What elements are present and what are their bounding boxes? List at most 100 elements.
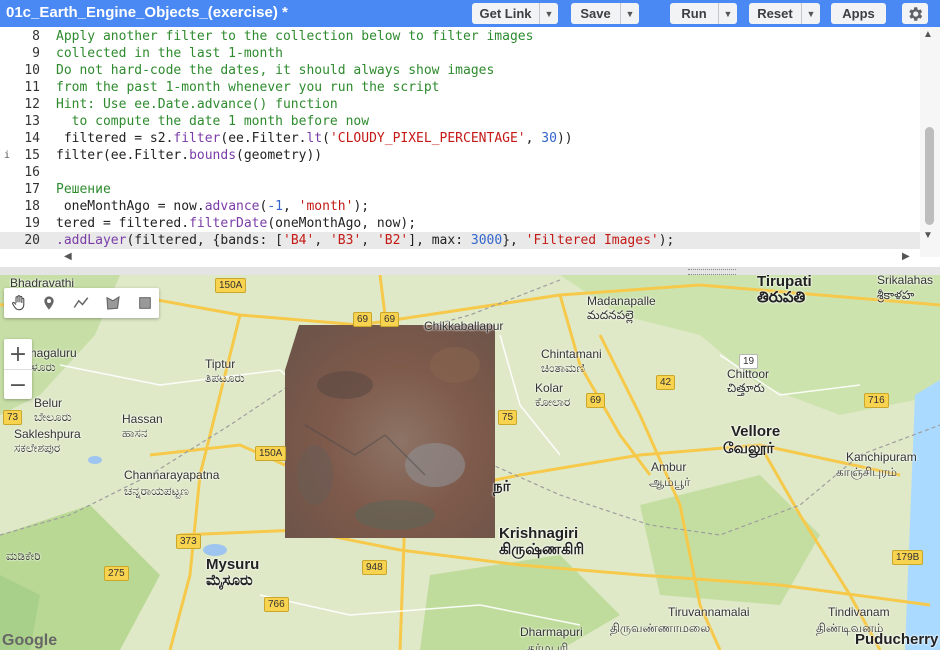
editor-scroll-thumb[interactable] [925, 127, 934, 225]
scroll-up-arrow-icon[interactable]: ▲ [923, 29, 933, 40]
code-line[interactable]: 19 tered = filtered.filterDate(oneMonthAg… [0, 215, 920, 232]
draw-polygon-tool[interactable] [100, 292, 126, 314]
apps-button[interactable]: Apps [831, 3, 886, 24]
code-text: filtered = s2.filter(ee.Filter.lt('CLOUD… [56, 130, 573, 147]
highway-shield: 275 [104, 566, 129, 581]
add-marker-tool[interactable] [36, 292, 62, 314]
code-line[interactable]: 10 Do not hard-code the dates, it should … [0, 62, 920, 79]
zoom-in-button[interactable]: + [4, 339, 32, 369]
code-line[interactable]: 16 [0, 164, 920, 181]
code-token: filter(ee.Filter. [56, 148, 190, 163]
scroll-right-arrow-icon[interactable]: ▶ [902, 251, 910, 262]
chevron-down-icon[interactable]: ▼ [620, 3, 639, 24]
code-token: , [283, 199, 299, 214]
code-line[interactable]: 13 to compute the date 1 month before no… [0, 113, 920, 130]
map-place-label: Chittoor [727, 367, 770, 381]
code-line[interactable]: 18 oneMonthAgo = now.advance(-1, 'month'… [0, 198, 920, 215]
pan-hand-tool[interactable] [6, 292, 32, 314]
zoom-out-button[interactable]: − [4, 369, 32, 400]
code-text: .addLayer(filtered, {bands: ['B4', 'B3',… [56, 232, 674, 249]
code-token: 30 [541, 131, 557, 146]
code-line[interactable]: 17 Решение [0, 181, 920, 198]
map-place-label: Krishnagiri [499, 525, 579, 542]
code-token: Hint: Use ee.Date.advance() function [56, 97, 338, 112]
code-token: 'CLOUDY_PIXEL_PERCENTAGE' [329, 131, 526, 146]
get-link-label: Get Link [479, 6, 532, 21]
map-place-label: ಚಿಂತಾಮಣಿ [541, 361, 585, 375]
map-place-label: ತಿಪಟೂರು [205, 371, 245, 385]
code-token: -1 [267, 199, 283, 214]
map-place-label: ಬೇಲೂರು [34, 410, 72, 424]
run-button[interactable]: Run ▼ [670, 3, 737, 24]
code-line[interactable]: 8 Apply another filter to the collection … [0, 28, 920, 45]
draw-line-tool[interactable] [68, 292, 94, 314]
line-number: 16 [24, 165, 40, 180]
code-text: oneMonthAgo = now.advance(-1, 'month'); [56, 198, 369, 215]
code-line[interactable]: 9 collected in the last 1-month [0, 45, 920, 62]
map-place-label: Channarayapatna [124, 468, 220, 482]
code-token: 'B3' [329, 233, 362, 248]
highway-shield: 69 [586, 393, 606, 408]
code-line[interactable]: 20 .addLayer(filtered, {bands: ['B4', 'B3… [0, 232, 920, 249]
code-line[interactable]: 12 Hint: Use ee.Date.advance() function [0, 96, 920, 113]
filtered-images-layer [285, 325, 495, 538]
rectangle-icon [139, 297, 151, 309]
scroll-down-arrow-icon[interactable]: ▼ [923, 230, 933, 241]
code-text: Hint: Use ee.Date.advance() function [56, 96, 338, 113]
drawing-toolbar [4, 288, 159, 318]
code-line[interactable]: 11 from the past 1-month whenever you run… [0, 79, 920, 96]
code-editor[interactable]: 8 Apply another filter to the collection … [0, 27, 940, 267]
line-number: 19 [24, 216, 40, 231]
map-place-label: Tiptur [205, 357, 236, 371]
map-place-label: திருவண்ணாமலை [610, 621, 711, 635]
map-place-label: మదనపల్లె [587, 308, 634, 322]
highway-shield: 73 [3, 410, 23, 425]
info-icon[interactable]: i [4, 147, 10, 164]
map-place-label: Tiruvannamalai [668, 605, 750, 619]
map-place-label: கிருஷ்ணகிரி [499, 541, 585, 558]
code-token: filter [173, 131, 221, 146]
map-place-label: Srikalahas [877, 275, 934, 287]
chevron-down-icon[interactable]: ▼ [801, 3, 820, 24]
top-bar: 01c_Earth_Engine_Objects_(exercise) * Ge… [0, 0, 940, 27]
highway-shield: 948 [362, 560, 387, 575]
map-place-label: ಹಾಸನ [122, 426, 148, 440]
code-token: 3000 [470, 233, 503, 248]
highway-shield: 716 [864, 393, 889, 408]
highway-shield: 150A [255, 446, 287, 461]
line-number: 13 [24, 114, 40, 129]
map-place-label: Ambur [651, 460, 687, 474]
panel-splitter[interactable] [0, 267, 940, 275]
code-token: bounds [189, 148, 237, 163]
map-view[interactable]: Bhadravathi Tirupati తిరుపతి Srikalahas శ్రీ… [0, 275, 940, 650]
highway-shield: 150A [215, 278, 247, 293]
code-token: Apply another filter to the collection b… [56, 29, 534, 44]
map-place-label: ஆம்பூர் [649, 475, 691, 489]
draw-rectangle-tool[interactable] [132, 292, 158, 314]
map-place-label: ಮೈಸೂರು [206, 572, 253, 589]
code-text: Apply another filter to the collection b… [56, 28, 533, 45]
code-token: ); [353, 199, 370, 214]
settings-gear-button[interactable] [902, 3, 928, 24]
save-button[interactable]: Save ▼ [571, 3, 639, 24]
map-place-label: Mysuru [206, 556, 260, 573]
map-place-label: Dharmapuri [520, 625, 583, 639]
code-line[interactable]: 14 filtered = s2.filter(ee.Filter.lt('CL… [0, 130, 920, 147]
map-place-label: తిరుపతి [757, 289, 806, 306]
scroll-left-arrow-icon[interactable]: ◀ [64, 251, 72, 262]
code-token: ); [658, 233, 675, 248]
map-place-label: Chintamani [541, 347, 602, 361]
highway-shield: 42 [656, 375, 676, 390]
get-link-button[interactable]: Get Link ▼ [472, 3, 558, 24]
map-place-label: ಸಕಲೇಶಪುರ [14, 441, 61, 455]
chevron-down-icon[interactable]: ▼ [539, 3, 558, 24]
highway-shield: 75 [498, 410, 518, 425]
chevron-down-icon[interactable]: ▼ [718, 3, 737, 24]
reset-button[interactable]: Reset ▼ [749, 3, 820, 24]
map-place-label: காஞ்சிபுரம் [836, 465, 898, 479]
code-token: from the past 1-month whenever you run t… [56, 80, 440, 95]
code-line[interactable]: 15 i filter(ee.Filter.bounds(geometry)) [0, 147, 920, 164]
code-text: Do not hard-code the dates, it should al… [56, 62, 494, 79]
line-number: 14 [24, 131, 40, 146]
line-number: 18 [24, 199, 40, 214]
